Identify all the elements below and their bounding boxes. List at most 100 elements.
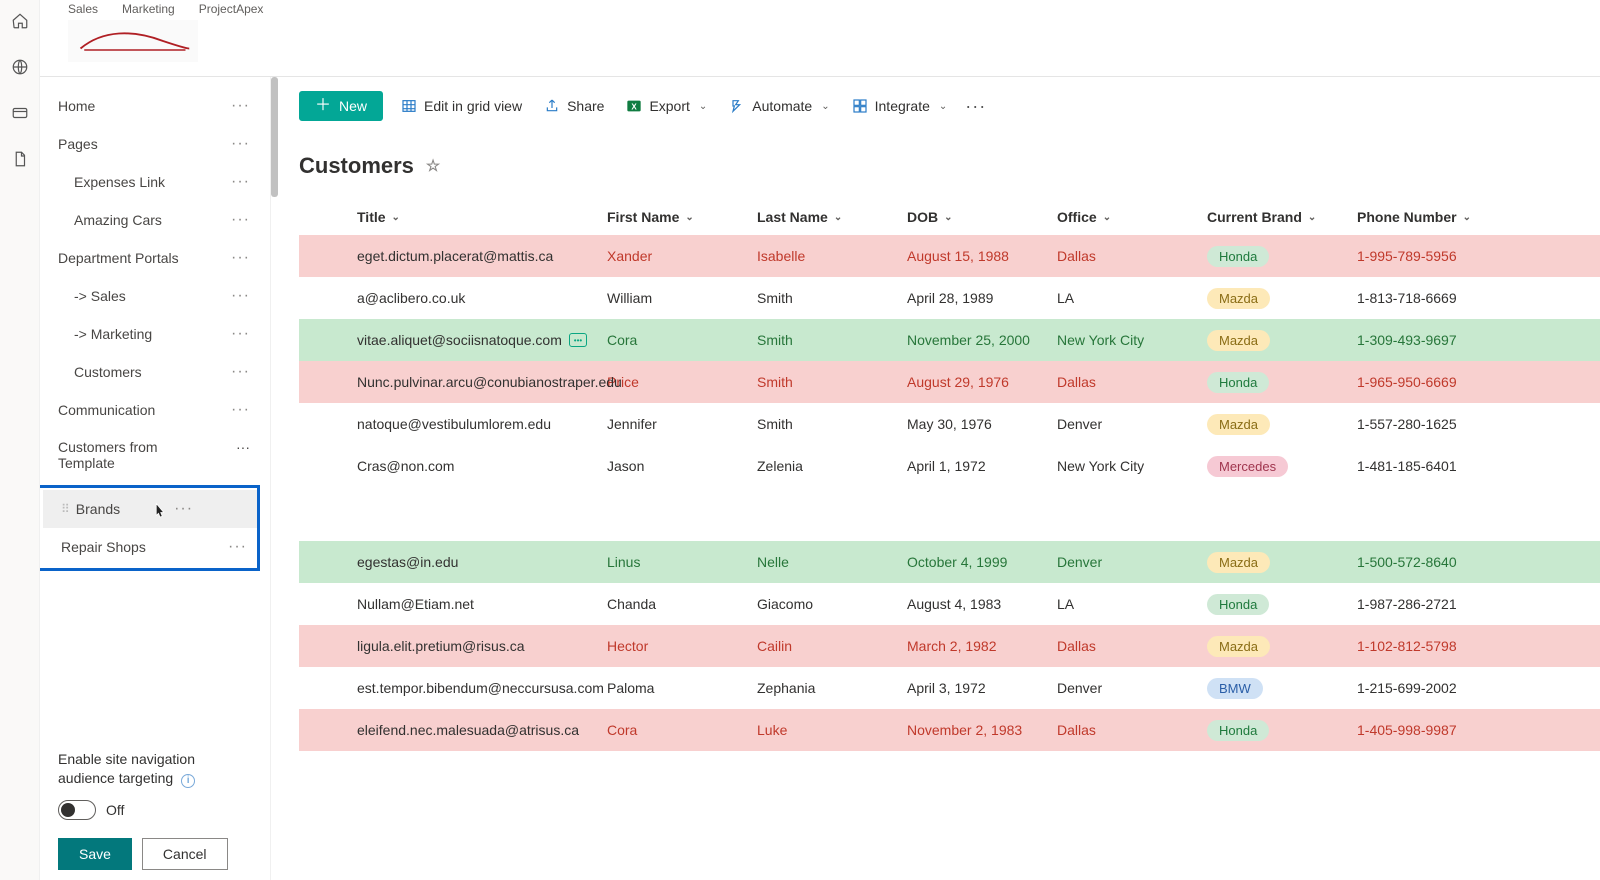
table-row[interactable]: Cras@non.comJasonZeleniaApril 1, 1972New…	[299, 445, 1600, 487]
brand-pill: Mazda	[1207, 414, 1270, 435]
nav-item[interactable]: ⠿Brands···	[43, 490, 257, 528]
share-icon	[544, 98, 560, 114]
brand-pill: Mazda	[1207, 288, 1270, 309]
brand-pill: Honda	[1207, 720, 1269, 741]
more-icon[interactable]: ···	[236, 439, 250, 455]
comment-icon[interactable]: •••	[569, 333, 587, 347]
col-header-office[interactable]: Office⌄	[1049, 209, 1199, 225]
svg-text:X: X	[632, 102, 638, 111]
integrate-icon	[852, 98, 868, 114]
nav-item-customers-template[interactable]: Customers from Template ···	[40, 429, 260, 481]
card-icon[interactable]	[11, 104, 29, 122]
more-icon[interactable]: ···	[231, 249, 250, 267]
content-area: ＋ New Edit in grid view Share XExport⌄ Auto…	[270, 77, 1600, 880]
table-row[interactable]: eget.dictum.placerat@mattis.caXanderIsab…	[299, 235, 1600, 277]
more-icon[interactable]: ···	[231, 211, 250, 229]
group-gap	[299, 487, 1600, 541]
more-icon[interactable]: ···	[231, 401, 250, 419]
audience-targeting-toggle[interactable]	[58, 800, 96, 820]
chevron-down-icon: ⌄	[1103, 212, 1111, 223]
more-icon[interactable]: ···	[231, 173, 250, 191]
more-icon[interactable]: ···	[228, 538, 247, 556]
command-export[interactable]: XExport⌄	[626, 98, 707, 114]
chevron-down-icon: ⌄	[1308, 212, 1316, 223]
nav-item[interactable]: Home···	[40, 87, 260, 125]
col-header-phone[interactable]: Phone Number⌄	[1349, 209, 1509, 225]
brand-pill: Mazda	[1207, 330, 1270, 351]
more-icon[interactable]: ···	[231, 363, 250, 381]
top-tab[interactable]: Marketing	[122, 2, 175, 16]
grid-header: Title⌄ First Name⌄ Last Name⌄ DOB⌄ Offic…	[299, 199, 1600, 235]
audience-targeting-label: Enable site navigation audience targetin…	[58, 751, 195, 786]
brand-pill: BMW	[1207, 678, 1263, 699]
automate-icon	[729, 98, 745, 114]
col-header-brand[interactable]: Current Brand⌄	[1199, 209, 1349, 225]
chevron-down-icon: ⌄	[821, 101, 829, 112]
top-tab[interactable]: Sales	[68, 2, 98, 16]
app-rail	[0, 0, 40, 880]
nav-scrollbar[interactable]	[270, 77, 278, 880]
top-tab[interactable]: ProjectApex	[199, 2, 264, 16]
col-header-lastname[interactable]: Last Name⌄	[749, 209, 899, 225]
brand-pill: Honda	[1207, 372, 1269, 393]
new-button[interactable]: ＋ New	[299, 91, 383, 121]
command-edit-in-grid-view[interactable]: Edit in grid view	[401, 98, 522, 114]
nav-item[interactable]: -> Sales···	[40, 277, 260, 315]
drag-grip-icon[interactable]: ⠿	[61, 502, 70, 516]
grid-icon	[401, 98, 417, 114]
excel-icon: X	[626, 98, 642, 114]
home-icon[interactable]	[11, 12, 29, 30]
chevron-down-icon: ⌄	[392, 212, 400, 223]
nav-item[interactable]: Communication···	[40, 391, 260, 429]
brand-pill: Mazda	[1207, 552, 1270, 573]
command-bar: ＋ New Edit in grid view Share XExport⌄ Auto…	[299, 77, 1600, 135]
nav-highlight-group: ⠿Brands···Repair Shops···	[40, 485, 260, 571]
nav-item[interactable]: Amazing Cars···	[40, 201, 260, 239]
more-icon[interactable]: ···	[174, 500, 193, 518]
table-row[interactable]: eleifend.nec.malesuada@atrisus.caCoraLuk…	[299, 709, 1600, 751]
table-row[interactable]: ligula.elit.pretium@risus.caHectorCailin…	[299, 625, 1600, 667]
table-row[interactable]: est.tempor.bibendum@neccursusa.comPaloma…	[299, 667, 1600, 709]
site-logo[interactable]	[68, 20, 198, 62]
data-grid: Title⌄ First Name⌄ Last Name⌄ DOB⌄ Offic…	[299, 199, 1600, 751]
file-icon[interactable]	[11, 150, 29, 168]
command-more-icon[interactable]: ···	[965, 96, 986, 117]
chevron-down-icon: ⌄	[699, 101, 707, 112]
more-icon[interactable]: ···	[231, 135, 250, 153]
nav-item[interactable]: Customers···	[40, 353, 260, 391]
globe-icon[interactable]	[11, 58, 29, 76]
chevron-down-icon: ⌄	[1463, 212, 1471, 223]
list-title: Customers	[299, 153, 414, 179]
chevron-down-icon: ⌄	[939, 101, 947, 112]
table-row[interactable]: Nunc.pulvinar.arcu@conubianostraper.eduP…	[299, 361, 1600, 403]
nav-item[interactable]: Repair Shops···	[43, 528, 257, 566]
nav-item[interactable]: -> Marketing···	[40, 315, 260, 353]
nav-item[interactable]: Expenses Link···	[40, 163, 260, 201]
more-icon[interactable]: ···	[231, 325, 250, 343]
brand-pill: Mercedes	[1207, 456, 1288, 477]
col-header-firstname[interactable]: First Name⌄	[599, 209, 749, 225]
col-header-title[interactable]: Title⌄	[299, 209, 599, 225]
more-icon[interactable]: ···	[231, 97, 250, 115]
chevron-down-icon: ⌄	[685, 212, 693, 223]
plus-icon: ＋	[315, 98, 331, 114]
table-row[interactable]: natoque@vestibulumlorem.eduJenniferSmith…	[299, 403, 1600, 445]
top-header: Sales Marketing ProjectApex	[40, 0, 1600, 62]
command-integrate[interactable]: Integrate⌄	[852, 98, 948, 114]
save-button[interactable]: Save	[58, 838, 132, 870]
nav-item[interactable]: Pages···	[40, 125, 260, 163]
table-row[interactable]: a@aclibero.co.ukWilliamSmithApril 28, 19…	[299, 277, 1600, 319]
table-row[interactable]: egestas@in.eduLinusNelleOctober 4, 1999D…	[299, 541, 1600, 583]
cancel-button[interactable]: Cancel	[142, 838, 228, 870]
table-row[interactable]: vitae.aliquet@sociisnatoque.com•••CoraSm…	[299, 319, 1600, 361]
nav-item[interactable]: Department Portals···	[40, 239, 260, 277]
table-row[interactable]: Nullam@Etiam.netChandaGiacomoAugust 4, 1…	[299, 583, 1600, 625]
site-nav: Home···Pages···Expenses Link···Amazing C…	[40, 77, 270, 880]
nav-settings-panel: Enable site navigation audience targetin…	[40, 734, 270, 880]
favorite-star-icon[interactable]: ☆	[426, 156, 440, 176]
info-icon[interactable]: i	[181, 774, 195, 788]
col-header-dob[interactable]: DOB⌄	[899, 209, 1049, 225]
command-automate[interactable]: Automate⌄	[729, 98, 829, 114]
command-share[interactable]: Share	[544, 98, 604, 114]
more-icon[interactable]: ···	[231, 287, 250, 305]
